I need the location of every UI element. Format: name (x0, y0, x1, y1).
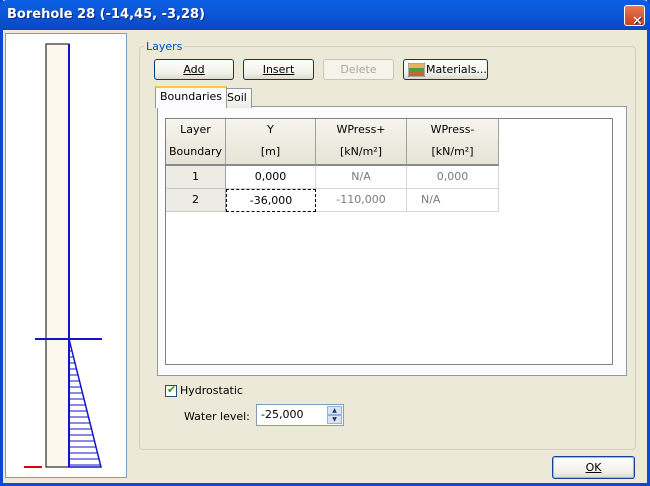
materials-button[interactable]: Materials... (403, 59, 488, 80)
cell-wpress-plus[interactable]: -110,000 (316, 189, 407, 212)
materials-icon (408, 63, 425, 77)
column-header-line: WPress- (430, 123, 475, 136)
water-pressure-hatching (69, 344, 101, 466)
column-header-line: [kN/m²] (431, 145, 474, 158)
boundaries-grid: Layer Boundary Y [m] WPress+ [kN/m²] WPr… (165, 118, 613, 365)
column-header-wpress-plus[interactable]: WPress+ [kN/m²] (316, 119, 407, 166)
cell-wpress-plus[interactable]: N/A (316, 166, 407, 189)
layers-group-legend: Layers (146, 40, 183, 53)
column-header-line: Boundary (169, 145, 222, 158)
borehole-column (45, 43, 70, 468)
delete-button-label: Delete (340, 63, 377, 76)
cell-wpress-minus[interactable]: 0,000 (407, 166, 499, 189)
column-header-layer-boundary[interactable]: Layer Boundary (166, 119, 226, 166)
cell-wpress-minus[interactable]: N/A (407, 189, 499, 212)
hydrostatic-checkbox[interactable]: ✔ (165, 383, 177, 397)
cell-y[interactable]: 0,000 (226, 166, 316, 189)
spin-down-icon[interactable]: ▼ (327, 415, 342, 424)
ok-button-label: OK (585, 461, 602, 474)
close-button[interactable]: ✕ (624, 5, 645, 29)
water-pressure-diagram (68, 338, 102, 468)
tab-boundaries[interactable]: Boundaries (155, 86, 228, 108)
column-header-line: [kN/m²] (339, 145, 382, 158)
add-button[interactable]: Add (154, 59, 234, 80)
ok-button[interactable]: OK (552, 456, 635, 479)
water-level-label: Water level: (184, 410, 250, 423)
delete-button[interactable]: Delete (323, 59, 394, 80)
title-bar: Borehole 28 (-14,45, -3,28) ✕ (0, 0, 650, 30)
cell-y[interactable]: -36,000 (226, 189, 316, 212)
row-header[interactable]: 1 (166, 166, 226, 189)
tab-soil-label: Soil (227, 91, 247, 104)
insert-button-label: Insert (262, 63, 295, 76)
window-title: Borehole 28 (-14,45, -3,28) (7, 7, 206, 22)
add-button-label: Add (183, 63, 205, 76)
borehole-profile-svg (24, 43, 102, 468)
water-level-value: -25,000 (261, 408, 304, 421)
water-level-spinner: ▲ ▼ (327, 406, 342, 424)
insert-button[interactable]: Insert (243, 59, 314, 80)
hydrostatic-label[interactable]: Hydrostatic (180, 384, 243, 397)
checkmark-icon: ✔ (167, 383, 177, 396)
column-header-line: Y (267, 123, 274, 136)
column-header-wpress-minus[interactable]: WPress- [kN/m²] (407, 119, 499, 166)
column-header-y[interactable]: Y [m] (226, 119, 316, 166)
materials-button-label: Materials... (426, 63, 487, 76)
borehole-preview (5, 33, 127, 478)
column-header-line: Layer (180, 123, 211, 136)
column-header-line: WPress+ (336, 123, 386, 136)
water-level-input[interactable]: -25,000 ▲ ▼ (256, 404, 344, 426)
tab-boundaries-label: Boundaries (160, 90, 223, 103)
column-header-line: [m] (260, 145, 281, 158)
spin-up-icon[interactable]: ▲ (327, 406, 342, 415)
close-icon: ✕ (632, 14, 643, 29)
row-header[interactable]: 2 (166, 189, 226, 212)
